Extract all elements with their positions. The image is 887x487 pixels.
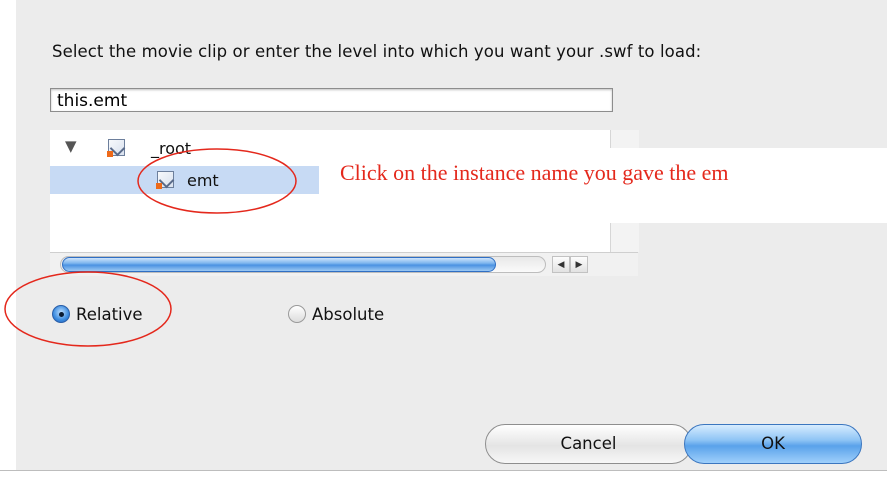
movie-clip-icon bbox=[107, 139, 125, 157]
relative-radio-label: Relative bbox=[76, 304, 143, 324]
movie-clip-icon bbox=[156, 171, 174, 189]
left-edge bbox=[0, 0, 16, 487]
tree-item-emt[interactable]: emt bbox=[50, 166, 335, 194]
relative-radio-button[interactable] bbox=[52, 305, 70, 323]
annotation-callout: Click on the instance name you gave the … bbox=[319, 148, 887, 223]
insert-target-path-dialog: Select the movie clip or enter the level… bbox=[0, 0, 887, 487]
tree-item-label: emt bbox=[187, 171, 219, 190]
ok-button[interactable]: OK bbox=[684, 424, 862, 464]
absolute-radio-option[interactable]: Absolute bbox=[288, 302, 384, 326]
disclosure-triangle-icon[interactable]: ▼ bbox=[65, 137, 77, 155]
absolute-radio-button[interactable] bbox=[288, 305, 306, 323]
tree-item-label: _root bbox=[151, 139, 192, 158]
scrollbar-thumb[interactable] bbox=[62, 257, 496, 272]
annotation-text: Click on the instance name you gave the … bbox=[340, 160, 729, 185]
target-path-input[interactable] bbox=[50, 88, 613, 112]
cancel-button[interactable]: Cancel bbox=[485, 424, 692, 464]
scroll-right-button[interactable]: ▶ bbox=[570, 256, 588, 273]
absolute-radio-label: Absolute bbox=[312, 304, 385, 324]
dialog-bottom-edge bbox=[0, 470, 887, 487]
dialog-prompt: Select the movie clip or enter the level… bbox=[52, 42, 702, 61]
horizontal-scrollbar[interactable]: ◀ ▶ bbox=[50, 252, 638, 276]
relative-radio-option[interactable]: Relative bbox=[52, 302, 143, 326]
scroll-left-button[interactable]: ◀ bbox=[552, 256, 570, 273]
